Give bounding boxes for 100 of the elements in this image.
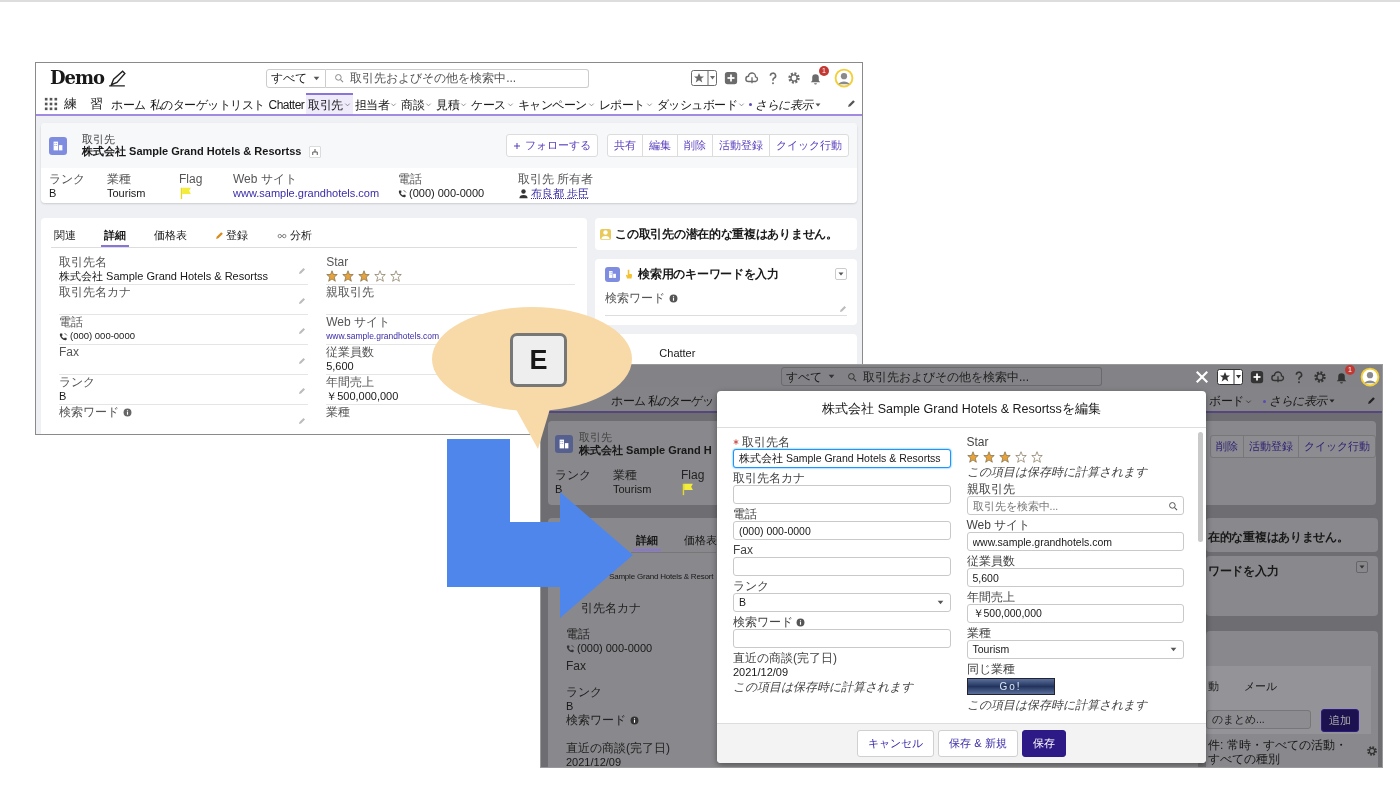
close-icon[interactable]	[1195, 370, 1209, 384]
add-icon[interactable]	[724, 71, 738, 85]
edit-icon[interactable]	[298, 297, 307, 305]
input-field[interactable]: 5,600	[966, 568, 1184, 587]
edit-icon[interactable]	[1367, 396, 1376, 405]
detail-tab[interactable]: 関連	[51, 226, 79, 247]
info-icon	[669, 293, 679, 303]
input-field[interactable]: (000) 000-0000	[733, 521, 951, 540]
caret-icon	[1327, 397, 1336, 405]
field-label: 同じ業種	[966, 662, 1015, 676]
nav-tab[interactable]: ホーム	[611, 389, 646, 411]
input-field[interactable]	[733, 485, 951, 504]
edit-icon[interactable]	[839, 305, 847, 313]
field-label: ランク	[49, 172, 86, 186]
field-value: Tourism	[613, 482, 652, 496]
nav-tab[interactable]: ボード	[1209, 389, 1252, 411]
chevron-icon	[343, 101, 351, 108]
duplicate-message: この取引先の潜在的な重複はありません。	[615, 226, 838, 243]
nav-tab[interactable]: レポート	[596, 93, 655, 114]
field-value: B	[49, 186, 57, 200]
favorites-icon[interactable]	[1217, 369, 1243, 385]
detail-tab[interactable]: 登録	[212, 226, 251, 247]
field-value: B	[555, 482, 563, 496]
nav-tab[interactable]: さらに表示	[747, 93, 824, 114]
settings-icon[interactable]	[787, 71, 801, 85]
action-button[interactable]: 削除	[677, 134, 713, 157]
nav-tab[interactable]: ケース	[469, 93, 516, 114]
nav-tab[interactable]: ホーム	[109, 93, 148, 114]
search-field[interactable]: 取引先およびその他を検索中...	[839, 367, 1102, 386]
app-launcher-icon[interactable]	[44, 96, 58, 111]
dropdown-icon[interactable]	[1356, 561, 1368, 573]
edit-icon[interactable]	[298, 327, 307, 335]
footer-button[interactable]: キャンセル	[857, 730, 935, 757]
activity-tab[interactable]: 動	[1208, 679, 1219, 693]
footer-button[interactable]: 保存 & 新規	[938, 730, 1018, 757]
nav-tab[interactable]: 私のターゲットリスト	[147, 93, 267, 114]
search-scope-dropdown[interactable]: すべて	[266, 68, 327, 88]
field-label: 電話	[59, 315, 83, 329]
nav-tab[interactable]: 見積	[434, 93, 470, 114]
input-field[interactable]	[733, 629, 951, 648]
edit-icon[interactable]	[298, 357, 307, 365]
edit-icon[interactable]	[298, 387, 307, 395]
cloud-icon[interactable]	[745, 71, 759, 85]
activity-tab[interactable]: メール	[1244, 679, 1277, 693]
record-title: 株式会社 Sample Grand H	[579, 444, 712, 458]
search-scope-dropdown[interactable]: すべて	[781, 367, 841, 386]
action-button[interactable]: 共有	[607, 134, 643, 157]
add-icon[interactable]	[1250, 370, 1264, 384]
detail-tab[interactable]: 価格表	[151, 226, 190, 247]
star-icon	[982, 451, 995, 463]
avatar-icon[interactable]	[834, 68, 854, 88]
action-button[interactable]: 活動登録	[1243, 435, 1299, 458]
input-field[interactable]	[733, 557, 951, 576]
website-link[interactable]: www.sample.grandhotels.com	[233, 186, 380, 200]
nav-tab[interactable]: 担当者	[352, 93, 400, 114]
input-field[interactable]: 株式会社 Sample Grand Hotels & Resortss	[733, 449, 951, 468]
edit-icon[interactable]	[298, 267, 307, 275]
nav-tab[interactable]: キャンペーン	[515, 93, 597, 114]
avatar-icon[interactable]	[1360, 367, 1380, 387]
action-button[interactable]: 活動登録	[712, 134, 770, 157]
field-label: Star	[326, 255, 349, 269]
edit-icon[interactable]	[298, 417, 307, 425]
dialog-title: 株式会社 Sample Grand Hotels & Resortssを編集	[717, 391, 1206, 428]
action-button[interactable]: 削除	[1210, 435, 1244, 458]
required-icon	[733, 439, 739, 445]
nav-tab[interactable]: 取引先	[306, 93, 353, 114]
detail-tab[interactable]: 詳細	[101, 226, 129, 247]
scrollbar[interactable]	[1198, 432, 1203, 542]
pen-icon	[108, 69, 127, 87]
detail-tab[interactable]: 価格表	[681, 531, 720, 551]
activity-input[interactable]: のまとめ...	[1206, 710, 1311, 729]
phone-number: (000) 000-0000	[577, 641, 653, 655]
go-button[interactable]: Go!	[966, 678, 1055, 695]
settings-icon[interactable]	[1366, 745, 1378, 757]
nav-tab[interactable]: 私のターゲッ	[648, 389, 713, 411]
follow-button[interactable]: フォローする	[506, 134, 598, 157]
owner-link[interactable]: 布良都 歩臣	[531, 186, 590, 200]
search-field[interactable]: 取引先およびその他を検索中...	[326, 68, 590, 88]
star-icon	[390, 270, 403, 282]
nav-tab[interactable]: 商談	[399, 93, 435, 114]
action-button[interactable]: クイック行動	[769, 134, 849, 157]
select-field[interactable]: Tourism	[966, 640, 1184, 659]
edit-icon	[847, 99, 856, 108]
lookup-field[interactable]: 取引先を検索中...	[966, 496, 1184, 515]
action-button[interactable]: クイック行動	[1298, 435, 1376, 458]
website-link[interactable]: www.sample.grandhotels.com	[326, 329, 440, 343]
input-field[interactable]: ￥500,000,000	[966, 604, 1184, 623]
footer-button[interactable]: 保存	[1021, 730, 1066, 757]
action-button[interactable]: 編集	[642, 134, 678, 157]
input-field[interactable]: www.sample.grandhotels.com	[966, 532, 1184, 551]
add-button[interactable]: 追加	[1321, 709, 1359, 732]
chatter-tab[interactable]: Chatter	[659, 346, 696, 360]
nav-tab[interactable]: Chatter	[266, 93, 307, 114]
field-label: Fax	[566, 659, 586, 673]
detail-tab[interactable]: 分析	[273, 226, 315, 247]
settings-icon[interactable]	[1313, 370, 1327, 384]
nav-tab[interactable]: ダッシュボード	[654, 93, 748, 114]
nav-tab[interactable]: さらに表示	[1263, 389, 1336, 411]
cloud-icon[interactable]	[1271, 370, 1285, 384]
select-field[interactable]: B	[733, 593, 951, 612]
